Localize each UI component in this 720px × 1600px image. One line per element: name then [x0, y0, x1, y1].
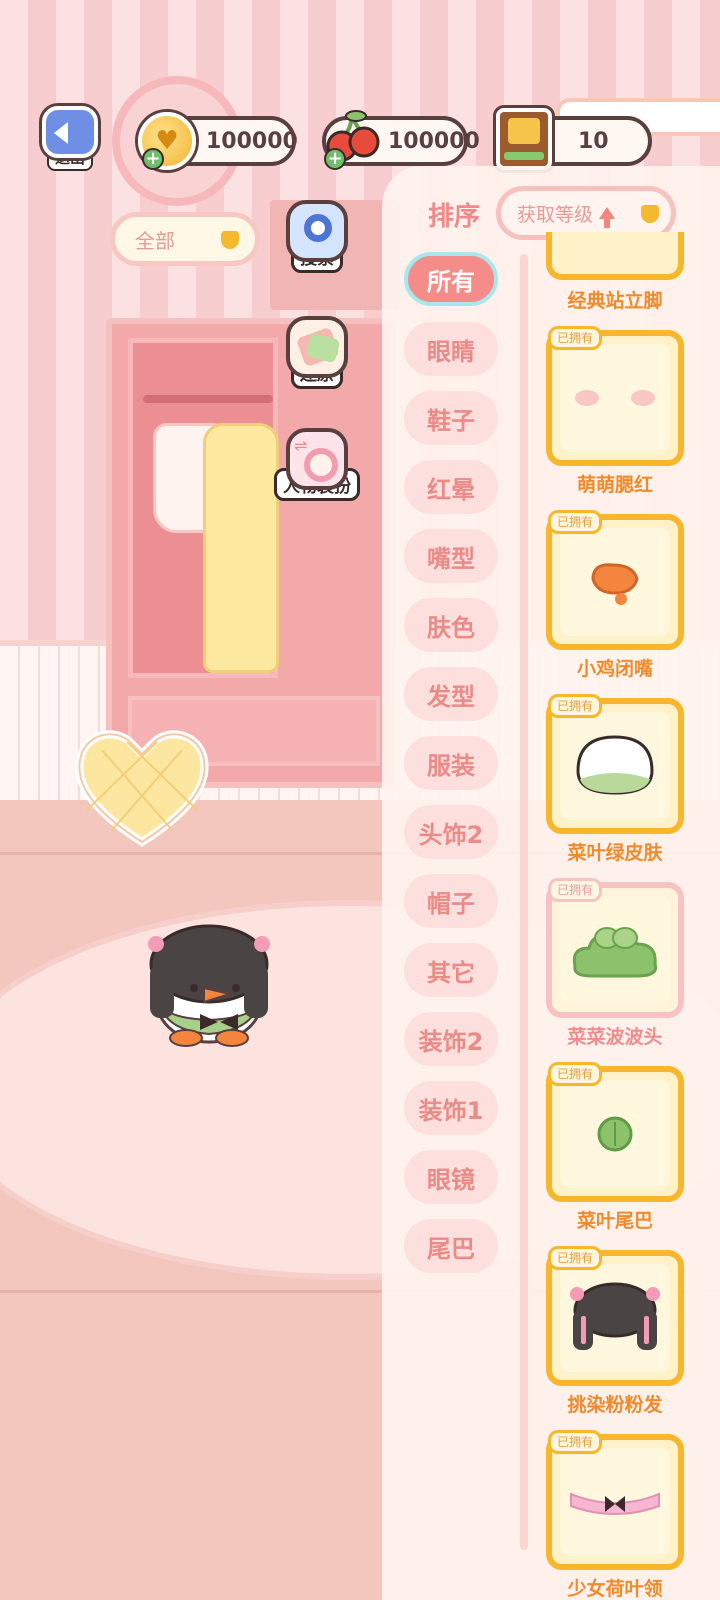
- ruffle-collar-icon: [570, 1492, 660, 1515]
- heart-cushion: [75, 730, 209, 847]
- category-label: 尾巴: [427, 1234, 475, 1263]
- category-mouth[interactable]: 嘴型: [404, 529, 498, 583]
- owned-tag: 已拥有: [548, 510, 603, 534]
- category-label: 红晕: [427, 475, 475, 504]
- search-icon: [286, 200, 348, 262]
- hanging-rod: [143, 395, 273, 403]
- leaf-tail-icon: [597, 1116, 633, 1152]
- lettuce-hair-icon: [572, 927, 658, 978]
- player-character: [148, 924, 270, 1047]
- category-label: 头饰2: [418, 820, 484, 849]
- sort-label: 排序: [428, 202, 481, 232]
- book-icon: [496, 108, 552, 170]
- category-label: 帽子: [427, 889, 475, 918]
- character-dressup-button[interactable]: ⇌ 人物装扮: [274, 428, 360, 524]
- category-decoration2[interactable]: 装饰2: [404, 1012, 498, 1066]
- category-tail[interactable]: 尾巴: [404, 1219, 498, 1273]
- search-button[interactable]: 搜索: [278, 200, 356, 296]
- pink-streak-hair-icon: [570, 1282, 660, 1350]
- category-decoration1[interactable]: 装饰1: [404, 1081, 498, 1135]
- item-card[interactable]: 已拥有: [546, 878, 684, 1018]
- category-outfit[interactable]: 服装: [404, 736, 498, 790]
- item-card[interactable]: 已拥有: [546, 326, 684, 466]
- item-name: 萌萌腮红: [576, 474, 653, 496]
- blush-icon: [575, 390, 655, 406]
- exit-button[interactable]: 退出: [38, 106, 102, 182]
- add-coins-icon[interactable]: +: [142, 148, 164, 170]
- category-skin[interactable]: 肤色: [404, 598, 498, 652]
- owned-tag: 已拥有: [548, 1062, 603, 1086]
- item-card[interactable]: 已拥有: [546, 694, 684, 834]
- category-label: 服装: [427, 751, 475, 780]
- character-dressup-icon: ⇌: [286, 428, 348, 490]
- category-all[interactable]: 所有: [404, 252, 498, 306]
- add-cherries-icon[interactable]: +: [324, 148, 346, 170]
- category-shoes[interactable]: 鞋子: [404, 391, 498, 445]
- owned-tag: 已拥有: [548, 326, 603, 350]
- category-hair[interactable]: 发型: [404, 667, 498, 721]
- category-hat[interactable]: 帽子: [404, 874, 498, 928]
- yellow-dress: [203, 423, 279, 673]
- item-card[interactable]: 已拥有: [546, 1430, 684, 1570]
- category-label: 眼镜: [427, 1165, 475, 1194]
- owned-tag: 已拥有: [548, 1430, 603, 1454]
- restore-clothes-icon: [286, 316, 348, 378]
- item-name: 菜菜波波头: [567, 1026, 663, 1048]
- category-blush[interactable]: 红晕: [404, 460, 498, 514]
- coin-counter[interactable]: ♥ + 100000: [138, 112, 298, 170]
- item-name: 菜叶绿皮肤: [567, 842, 663, 864]
- category-label: 肤色: [427, 613, 475, 642]
- item-name: 小鸡闭嘴: [576, 658, 653, 680]
- filter-label: 全部: [135, 228, 175, 253]
- category-label: 所有: [427, 267, 475, 296]
- category-label: 嘴型: [427, 544, 475, 573]
- item-card[interactable]: 已拥有: [546, 1246, 684, 1386]
- owned-tag: 已拥有: [548, 878, 603, 902]
- category-label: 发型: [427, 682, 475, 711]
- item-name: 少女荷叶领: [567, 1578, 663, 1600]
- category-other[interactable]: 其它: [404, 943, 498, 997]
- filter-all-dropdown[interactable]: 全部: [110, 212, 260, 266]
- category-label: 鞋子: [427, 406, 475, 435]
- dropdown-shield-icon: [641, 205, 659, 223]
- category-headwear2[interactable]: 头饰2: [404, 805, 498, 859]
- item-name: 挑染粉粉发: [567, 1394, 663, 1416]
- item-name: 经典站立脚: [567, 290, 663, 312]
- book-counter[interactable]: 10: [496, 108, 652, 170]
- category-eyes[interactable]: 眼睛: [404, 322, 498, 376]
- owned-tag: 已拥有: [548, 694, 603, 718]
- category-scrollbar[interactable]: [520, 254, 528, 1550]
- owned-tag: 已拥有: [548, 1246, 603, 1270]
- item-card[interactable]: [546, 232, 684, 280]
- beak-icon: [591, 563, 639, 605]
- category-glasses[interactable]: 眼镜: [404, 1150, 498, 1204]
- category-label: 其它: [427, 958, 475, 987]
- sort-ascending-icon: [599, 207, 616, 228]
- category-label: 装饰2: [418, 1027, 484, 1056]
- wardrobe-interior: [128, 338, 279, 678]
- category-label: 眼睛: [427, 337, 475, 366]
- dropdown-shield-icon: [221, 231, 239, 249]
- sort-value: 获取等级: [517, 203, 594, 226]
- item-name: 菜叶尾巴: [576, 1210, 653, 1232]
- category-label: 装饰1: [418, 1096, 484, 1125]
- exit-arrow-icon: [42, 106, 98, 158]
- cherry-counter[interactable]: + 100000: [322, 110, 480, 170]
- item-card[interactable]: 已拥有: [546, 1062, 684, 1202]
- restore-button[interactable]: 还原: [278, 316, 356, 412]
- green-skin-icon: [576, 735, 654, 795]
- item-card[interactable]: 已拥有: [546, 510, 684, 650]
